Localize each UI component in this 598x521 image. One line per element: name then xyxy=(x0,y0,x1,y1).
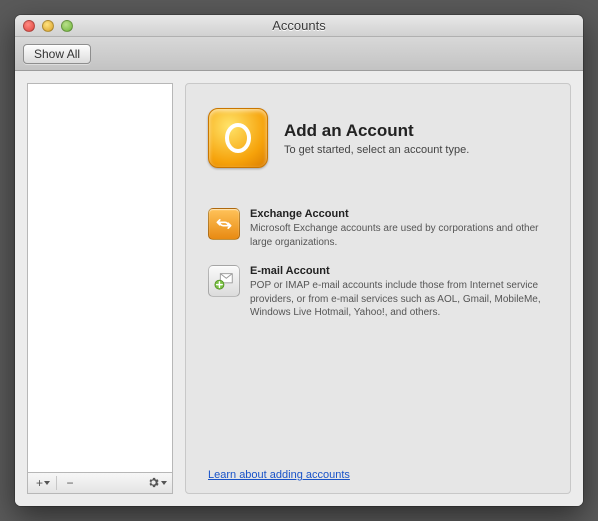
option-desc: Microsoft Exchange accounts are used by … xyxy=(250,222,548,249)
add-account-button[interactable]: + xyxy=(32,474,54,492)
chevron-down-icon xyxy=(44,481,50,485)
account-type-options: Exchange Account Microsoft Exchange acco… xyxy=(208,208,548,320)
toolbar: Show All xyxy=(15,37,583,71)
sidebar: + − xyxy=(27,83,173,494)
chevron-down-icon xyxy=(161,481,167,485)
option-text: Exchange Account Microsoft Exchange acco… xyxy=(250,208,548,249)
option-text: E-mail Account POP or IMAP e-mail accoun… xyxy=(250,265,548,320)
window-body: + − xyxy=(15,71,583,506)
exchange-icon xyxy=(208,208,240,240)
outlook-icon xyxy=(208,108,268,168)
accounts-window: Accounts Show All + − xyxy=(15,15,583,506)
separator xyxy=(56,476,57,490)
settings-button[interactable] xyxy=(146,474,168,492)
page-title: Add an Account xyxy=(284,121,469,141)
remove-account-button[interactable]: − xyxy=(59,474,81,492)
minus-icon: − xyxy=(66,477,73,489)
titlebar: Accounts xyxy=(15,15,583,37)
zoom-button[interactable] xyxy=(61,20,73,32)
minimize-button[interactable] xyxy=(42,20,54,32)
main-panel: Add an Account To get started, select an… xyxy=(185,83,571,494)
email-icon xyxy=(208,265,240,297)
traffic-lights xyxy=(23,20,73,32)
sidebar-footer: + − xyxy=(27,472,173,494)
learn-about-adding-accounts-link[interactable]: Learn about adding accounts xyxy=(208,449,548,481)
hero: Add an Account To get started, select an… xyxy=(208,108,548,168)
option-title: Exchange Account xyxy=(250,208,548,220)
gear-icon xyxy=(147,476,160,491)
close-button[interactable] xyxy=(23,20,35,32)
hero-text: Add an Account To get started, select an… xyxy=(284,121,469,156)
option-desc: POP or IMAP e-mail accounts include thos… xyxy=(250,279,548,320)
email-account-option[interactable]: E-mail Account POP or IMAP e-mail accoun… xyxy=(208,265,548,320)
accounts-list[interactable] xyxy=(27,83,173,472)
page-subtitle: To get started, select an account type. xyxy=(284,144,469,156)
show-all-button[interactable]: Show All xyxy=(23,44,91,64)
exchange-account-option[interactable]: Exchange Account Microsoft Exchange acco… xyxy=(208,208,548,249)
plus-icon: + xyxy=(36,477,43,489)
option-title: E-mail Account xyxy=(250,265,548,277)
window-title: Accounts xyxy=(15,18,583,33)
